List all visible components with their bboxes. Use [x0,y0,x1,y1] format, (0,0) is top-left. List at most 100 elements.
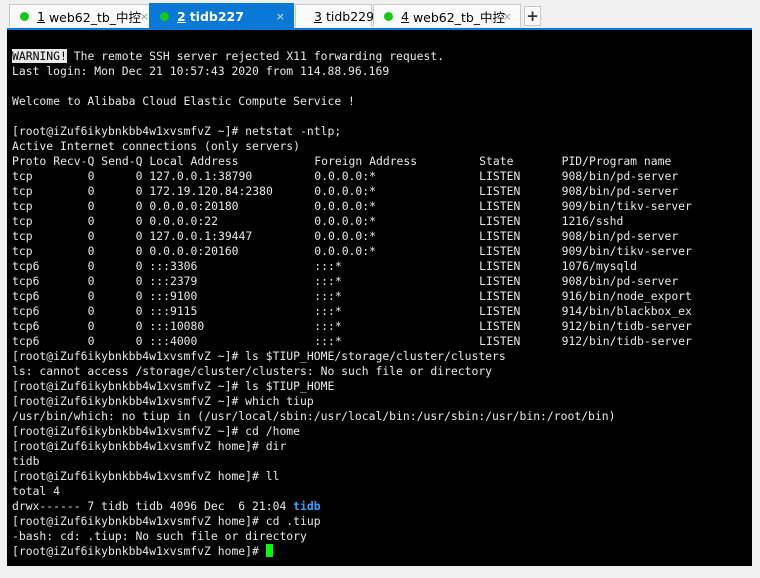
tab-4[interactable]: 4 web62_tb_中控 × [373,4,521,27]
tab-3[interactable]: 3 tidb229 [295,4,374,27]
close-icon[interactable]: × [276,10,285,23]
netstat-cell: LISTEN [479,244,521,258]
welcome-line: Welcome to Alibaba Cloud Elastic Compute… [12,94,355,108]
warning-line: WARNING! The remote SSH server rejected … [12,49,615,64]
prompt-line[interactable]: [root@iZuf6ikybnkbb4w1xvsmfvZ home]# [12,544,615,559]
ll-entry-line: drwx------ 7 tidb tidb 4096 Dec 6 21:04 … [12,499,615,514]
netstat-cell: :::2379 [149,274,198,288]
netstat-cell: :::* [314,304,342,318]
tab-label: tidb227 [189,8,244,24]
netstat-cell: tcp [12,184,33,198]
tab-number: 1 [37,8,45,24]
netstat-cell: 0 [135,274,143,288]
netstat-cell: 0.0.0.0:* [314,184,376,198]
netstat-cell: 0 [87,244,95,258]
netstat-cell: LISTEN [479,229,521,243]
netstat-cell: tcp [12,169,33,183]
tab-1[interactable]: 1 web62_tb_中控 × [9,4,158,27]
tab-2[interactable]: 2 tidb227 × [149,3,294,28]
terminal[interactable]: WARNING! The remote SSH server rejected … [7,28,752,566]
netstat-cell: tcp6 [12,274,40,288]
netstat-cell: :::* [314,319,342,333]
netstat-cell: LISTEN [479,259,521,273]
netstat-row: tcp6 0 0:::10080:::* LISTEN 912/bin/tidb-ser… [12,319,692,334]
tab-number: 2 [177,8,186,24]
netstat-cell: :::* [314,274,342,288]
netstat-cell: 0 [87,229,95,243]
netstat-cell: 0 [135,169,143,183]
terminal-line: tidb [12,454,40,468]
netstat-row: tcp 0 0 0.0.0.0:20160 0.0.0.0:* LISTEN 909/bin… [12,244,692,259]
terminal-output: WARNING! The remote SSH server rejected … [12,49,692,559]
netstat-cell: 908/bin/pd-server [561,169,679,183]
close-icon[interactable]: × [140,10,149,23]
netstat-cell: 0.0.0.0:* [314,244,376,258]
netstat-cell: LISTEN [479,214,521,228]
netstat-cell: 914/bin/blackbox_ex [561,304,692,318]
netstat-cell: Local Address [149,154,239,168]
terminal-line: total 4 [12,484,61,498]
netstat-cell: :::3306 [149,259,198,273]
netstat-cell: Recv-Q [53,154,95,168]
netstat-cell: 916/bin/node_export [561,289,692,303]
netstat-cell: LISTEN [479,274,521,288]
netstat-cell: tcp6 [12,319,40,333]
netstat-cell: PID/Program name [561,154,672,168]
cursor [265,544,273,557]
netstat-cell: 1076/mysqld [561,259,638,273]
netstat-cell: Proto [12,154,47,168]
netstat-row: tcp 0 0 127.0.0.1:38790 0.0.0.0:* LISTEN 908/b… [12,169,678,184]
netstat-cell: 0.0.0.0:20160 [149,244,239,258]
netstat-cell: 1216/sshd [561,214,624,228]
connected-status-icon [20,11,29,21]
netstat-cell: 0 [135,304,143,318]
netstat-cell: 0 [135,289,143,303]
tab-number: 4 [401,8,409,24]
netstat-cell: 0 [135,319,143,333]
tab-bar: 1 web62_tb_中控 × 2 tidb227 × 3 tidb229 4 … [0,0,760,29]
netstat-cell: 0 [135,184,143,198]
netstat-cell: LISTEN [479,289,521,303]
netstat-row: tcp6 0 0:::2379:::* LISTEN 908/bin/pd-server [12,274,678,289]
terminal-line: ls: cannot access /storage/cluster/clust… [12,364,493,378]
output-line: Active Internet connections (only server… [12,139,301,153]
new-tab-button[interactable]: + [524,6,541,26]
netstat-cell: 172.19.120.84:2380 [149,184,273,198]
netstat-row: tcp 0 0 0.0.0.0:20180 0.0.0.0:* LISTEN 909/bin… [12,199,692,214]
netstat-cell: tcp [12,244,33,258]
netstat-cell: :::* [314,289,342,303]
netstat-table: Proto Recv-Q Send-Q Local Address Foreign Ad… [12,154,692,349]
netstat-row: tcp6 0 0:::9115:::* LISTEN 914/bin/blackbox_… [12,304,692,319]
netstat-row: tcp 0 0 0.0.0.0:22 0.0.0.0:* LISTEN 1216/sshd [12,214,623,229]
netstat-cell: State [479,154,514,168]
close-icon[interactable]: × [503,10,512,23]
netstat-cell: :::9115 [149,304,198,318]
warning-badge: WARNING! [12,49,67,63]
netstat-cell: 0.0.0.0:22 [149,214,218,228]
connected-status-icon [160,11,169,21]
netstat-cell: 0.0.0.0:* [314,199,376,213]
tab-label: web62_tb_中控 [48,9,142,25]
netstat-cell: 0 [87,319,95,333]
netstat-cell: LISTEN [479,304,521,318]
terminal-line: -bash: cd: .tiup: No such file or direct… [12,529,307,543]
last-login-line: Last login: Mon Dec 21 10:57:43 2020 fro… [12,64,390,78]
netstat-cell: :::* [314,334,342,348]
netstat-cell: 909/bin/tikv-server [561,244,692,258]
netstat-cell: 0 [87,289,95,303]
terminal-line: [root@iZuf6ikybnkbb4w1xvsmfvZ ~]# ls $TI… [12,379,335,393]
netstat-cell: 0 [87,214,95,228]
terminal-line: /usr/bin/which: no tiup in (/usr/local/s… [12,409,616,423]
netstat-cell: 908/bin/pd-server [561,184,679,198]
netstat-cell: LISTEN [479,199,521,213]
netstat-cell: 0 [135,229,143,243]
netstat-cell: LISTEN [479,334,521,348]
netstat-cell: tcp6 [12,334,40,348]
prompt: [root@iZuf6ikybnkbb4w1xvsmfvZ home]# [12,544,266,558]
netstat-cell: 909/bin/tikv-server [561,199,692,213]
netstat-cell: 0 [135,259,143,273]
terminal-line: [root@iZuf6ikybnkbb4w1xvsmfvZ home]# dir [12,439,287,453]
netstat-cell: tcp [12,199,33,213]
